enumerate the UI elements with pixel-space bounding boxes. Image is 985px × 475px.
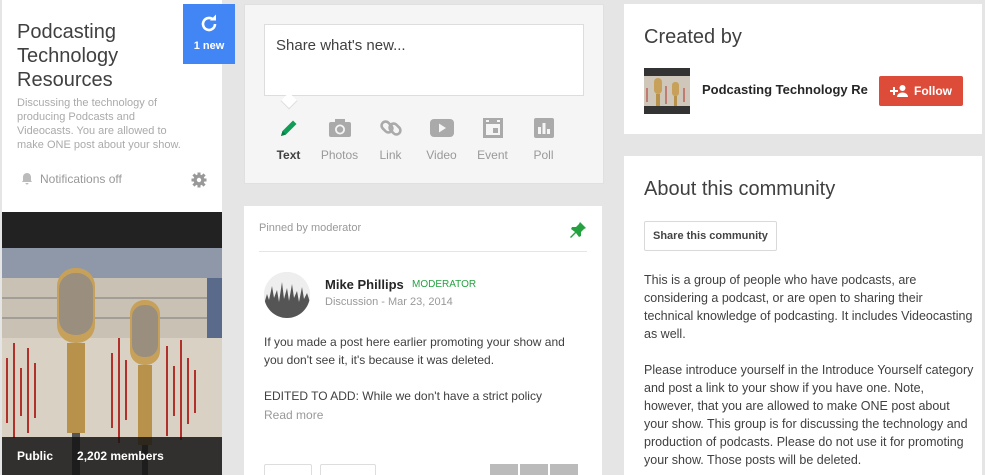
post-category[interactable]: Discussion [325, 296, 378, 308]
post-date[interactable]: Mar 23, 2014 [388, 296, 453, 308]
share-input[interactable]: Share what's new... [264, 24, 584, 96]
new-count: 1 new [193, 40, 225, 52]
created-by-title: Created by [644, 26, 742, 48]
add-person-icon [890, 85, 908, 97]
pinned-label: Pinned by moderator [259, 222, 362, 234]
share-community-button[interactable]: Share this community [644, 221, 777, 251]
share-link-button[interactable]: Link [365, 115, 416, 162]
about-title: About this community [644, 178, 836, 200]
share-event-button[interactable]: Event [467, 115, 518, 162]
camera-icon [328, 119, 351, 137]
post-meta: Discussion - Mar 23, 2014 [325, 296, 453, 308]
share-video-button[interactable]: Video [416, 115, 467, 162]
community-cover: Public 2,202 members [2, 212, 222, 475]
refresh-new-posts-button[interactable]: 1 new [183, 4, 235, 64]
plus-one-avatars [490, 464, 578, 475]
read-more-link[interactable]: Read more [264, 408, 323, 422]
share-poll-button[interactable]: Poll [518, 115, 569, 162]
avatar[interactable] [550, 464, 578, 475]
event-icon [482, 118, 503, 138]
video-icon [429, 119, 454, 137]
poll-icon [533, 118, 554, 138]
about-community-card: About this community Share this communit… [624, 156, 982, 475]
bell-icon [22, 173, 32, 185]
moderator-badge: MODERATOR [412, 279, 477, 290]
creator-name[interactable]: Podcasting Technology Re [702, 82, 872, 97]
avatar[interactable] [490, 464, 518, 475]
author-avatar[interactable] [264, 272, 310, 318]
notifications-toggle[interactable]: Notifications off [20, 172, 122, 186]
created-by-card: Created by Podcasting Technology Re Foll… [624, 4, 982, 134]
share-box-card: Share what's new... Text Photos Link Vid… [244, 4, 604, 184]
follow-button[interactable]: Follow [879, 76, 963, 106]
visibility-label: Public [17, 449, 54, 463]
share-toolbar: Text Photos Link Video Event Poll [263, 115, 569, 162]
community-title: Podcasting Technology Resources [17, 21, 119, 91]
plus-one-button[interactable] [264, 464, 312, 475]
notifications-label: Notifications off [40, 172, 122, 186]
link-icon [379, 120, 402, 136]
post-author[interactable]: Mike Phillips [325, 277, 404, 292]
share-text-button[interactable]: Text [263, 115, 314, 162]
members-count[interactable]: 2,202 members [77, 449, 164, 463]
pin-icon[interactable] [569, 221, 587, 239]
share-post-button[interactable] [320, 464, 376, 475]
community-description: Discussing the technology of producing P… [17, 97, 181, 151]
avatar[interactable] [520, 464, 548, 475]
pinned-post-card: Pinned by moderator Mike Phillips MODERA… [244, 206, 602, 475]
about-description: This is a group of people who have podca… [644, 273, 974, 467]
gear-icon[interactable] [191, 172, 207, 188]
creator-avatar[interactable] [644, 68, 690, 114]
community-card: Podcasting Technology Resources Discussi… [2, 0, 222, 475]
refresh-icon [201, 14, 217, 32]
follow-label: Follow [914, 84, 952, 98]
pencil-icon [280, 120, 296, 136]
share-photos-button[interactable]: Photos [314, 115, 365, 162]
community-stats: Public 2,202 members [2, 437, 222, 475]
